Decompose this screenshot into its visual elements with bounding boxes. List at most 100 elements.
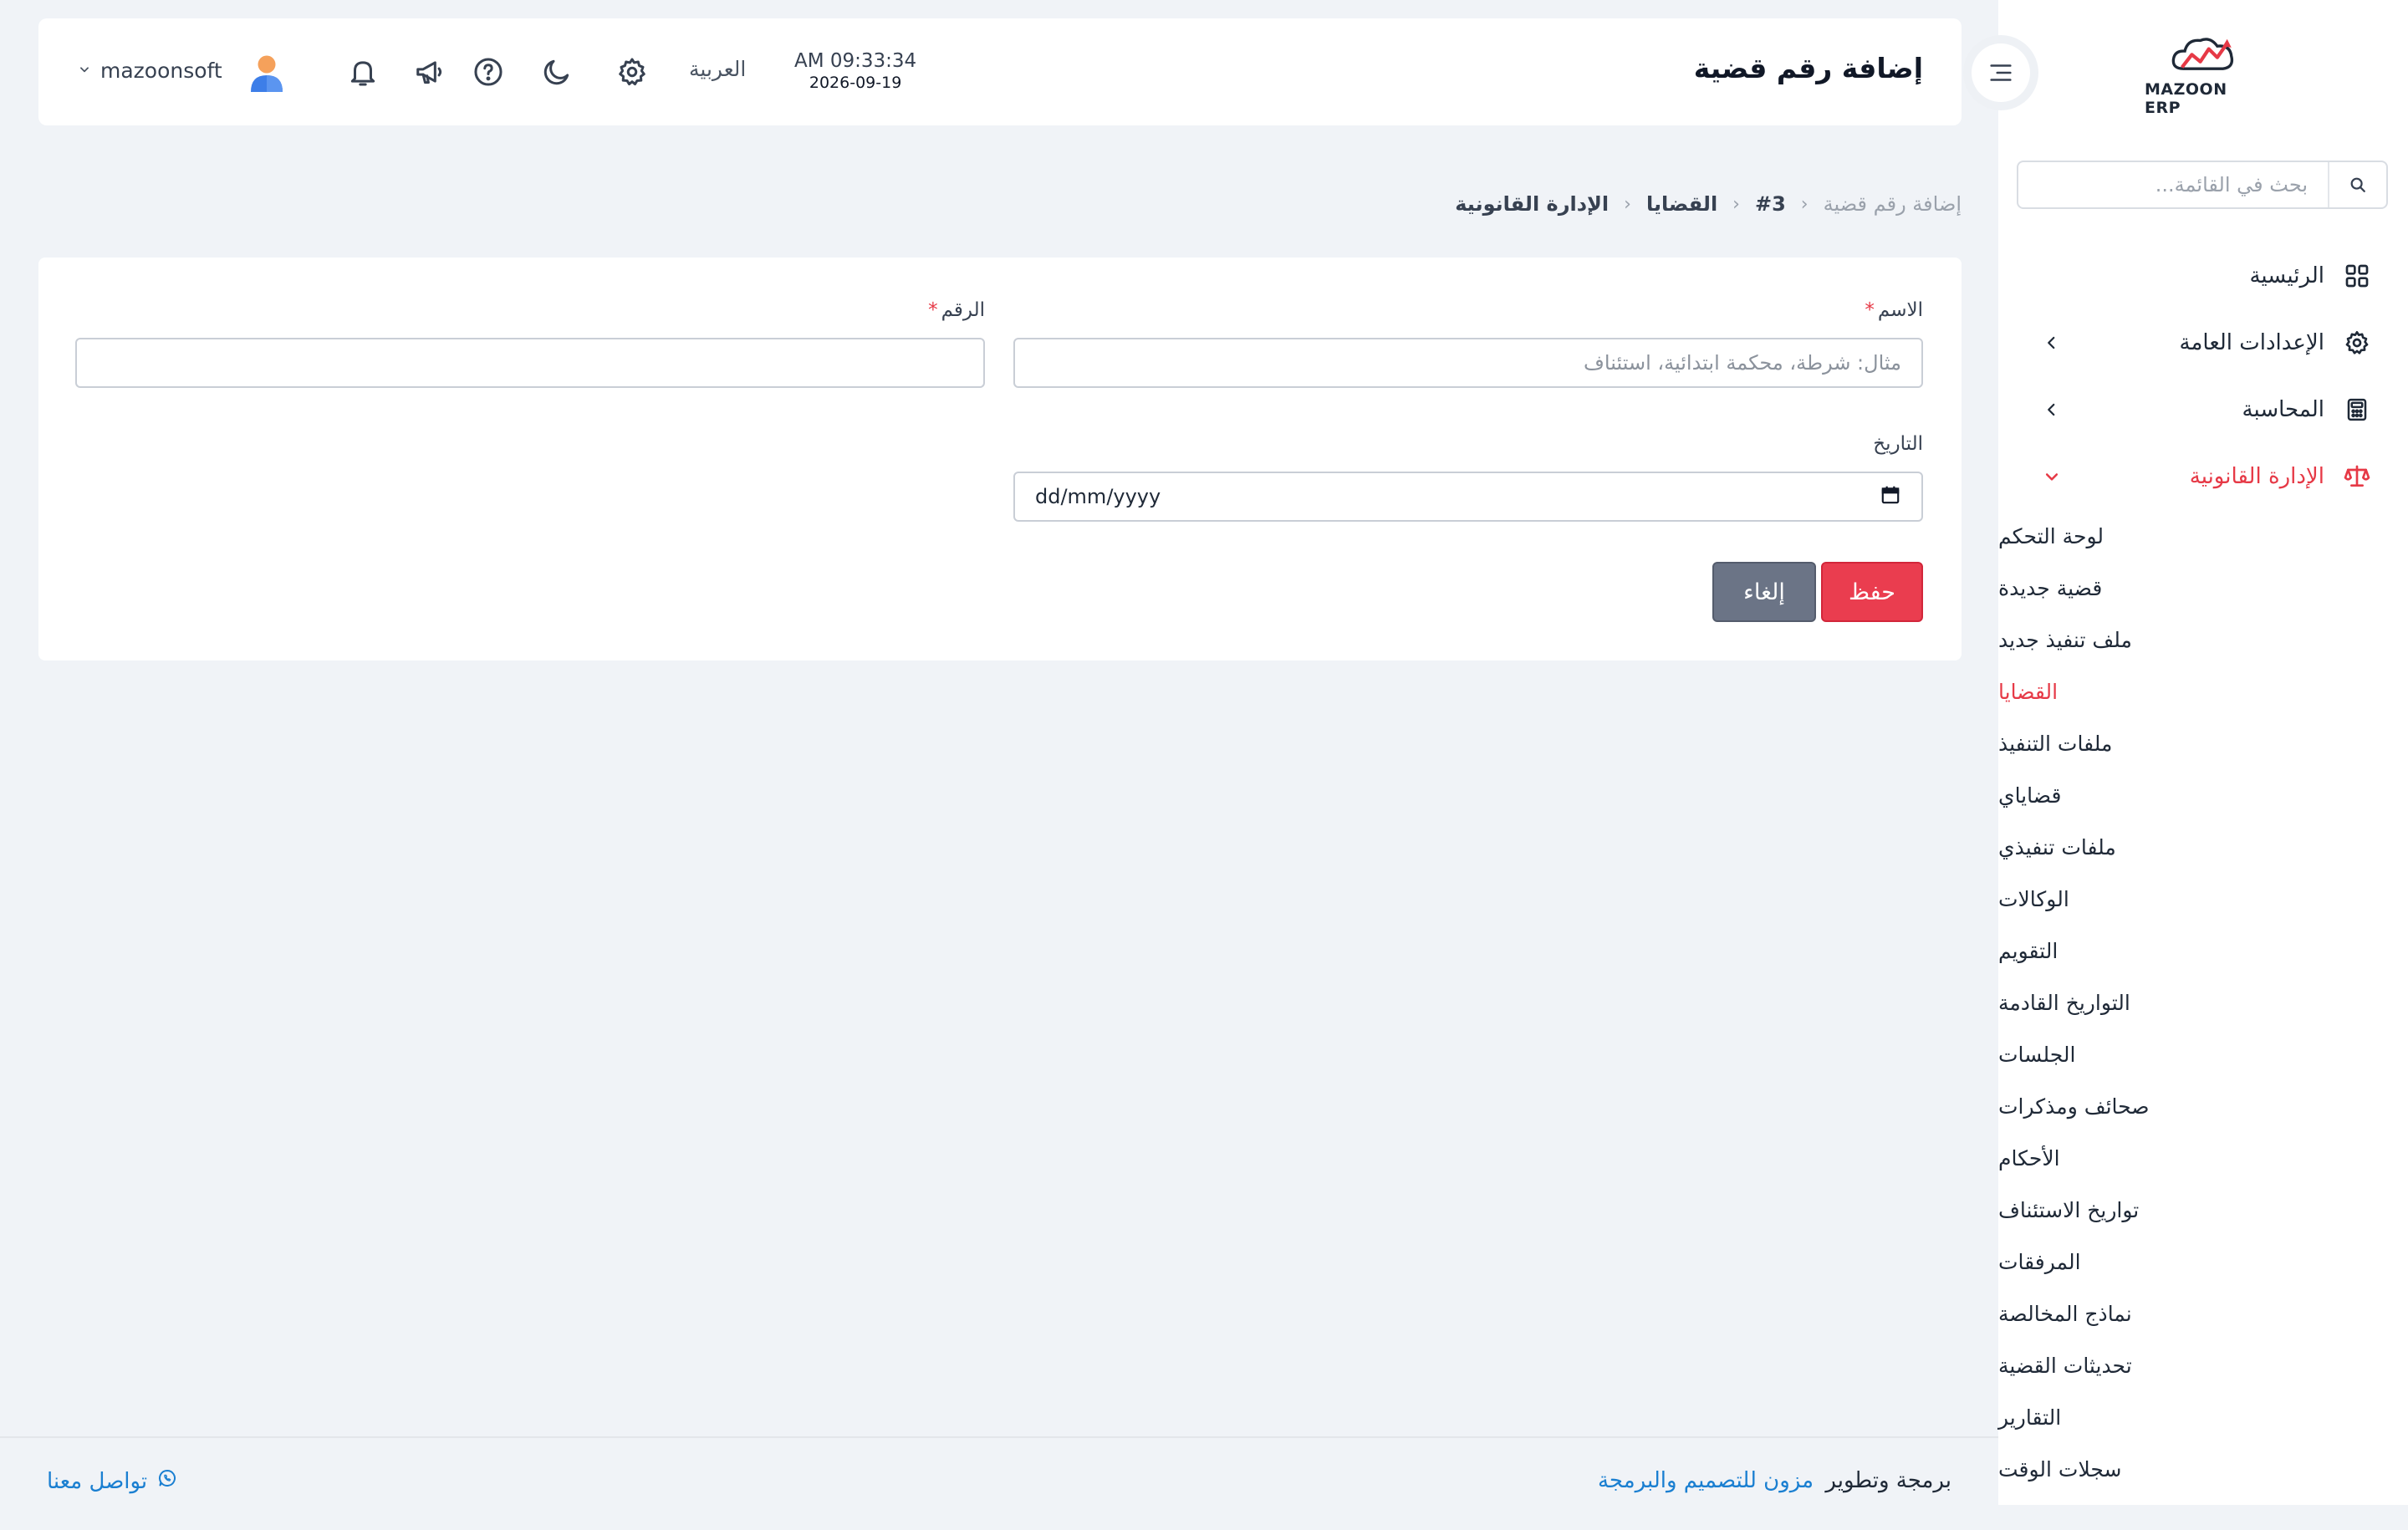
avatar[interactable] xyxy=(246,52,288,94)
clock-time: AM 09:33:34 xyxy=(794,50,917,72)
submenu-item-reports[interactable]: التقارير xyxy=(1998,1391,2408,1443)
submenu-item-label: الأحكام xyxy=(1998,1145,2060,1170)
submenu-item-my-cases[interactable]: قضاياي xyxy=(1998,769,2408,821)
date-field: التاريخ dd/mm/yyyy xyxy=(1013,433,1923,522)
submenu-item-case-updates[interactable]: تحديثات القضية xyxy=(1998,1339,2408,1391)
submenu-item-label: نماذج المخالصة xyxy=(1998,1301,2132,1326)
app-logo[interactable]: MAZOON ERP xyxy=(2145,33,2262,117)
language-switcher[interactable]: العربية xyxy=(689,57,746,81)
chevron-down-icon xyxy=(79,63,90,79)
name-field: الاسم* xyxy=(1013,299,1923,388)
footer: برمجة وتطوير مزون للتصميم والبرمجة تواصل… xyxy=(0,1436,1998,1530)
case-number-form: الاسم* الرقم* التاريخ dd/mm/yyyy حفظ إلغ… xyxy=(38,258,1962,660)
sidebar-item-home[interactable]: الرئيسية xyxy=(1998,242,2408,309)
submenu-item-label: سجلات الوقت xyxy=(1998,1456,2122,1482)
contact-link[interactable]: تواصل معنا xyxy=(47,1468,177,1494)
submenu-item-my-execution-files[interactable]: ملفات تنفيذي xyxy=(1998,821,2408,873)
breadcrumb-separator-icon: ‹ xyxy=(1624,193,1631,215)
submenu-item-new-execution-file[interactable]: ملف تنفيذ جديد xyxy=(1998,614,2408,666)
submenu-item-clearance-forms[interactable]: نماذج المخالصة xyxy=(1998,1288,2408,1339)
required-marker: * xyxy=(928,299,938,321)
submenu-item-appeal-dates[interactable]: تواريخ الاستئناف xyxy=(1998,1184,2408,1236)
submenu-item-cases[interactable]: القضايا xyxy=(1998,666,2408,717)
submenu-item-sessions[interactable]: الجلسات xyxy=(1998,1028,2408,1080)
breadcrumb-separator-icon: ‹ xyxy=(1732,193,1740,215)
chevron-left-icon xyxy=(2042,333,2062,353)
submenu-item-powers-of-attorney[interactable]: الوكالات xyxy=(1998,873,2408,925)
moon-icon[interactable] xyxy=(538,54,575,90)
user-menu[interactable]: mazoonsoft xyxy=(79,59,222,83)
gear-icon[interactable] xyxy=(614,54,650,90)
sidebar-item-accounting[interactable]: المحاسبة xyxy=(1998,376,2408,443)
date-placeholder: dd/mm/yyyy xyxy=(1035,485,1161,508)
username: mazoonsoft xyxy=(100,59,222,83)
bell-icon[interactable] xyxy=(344,54,381,90)
menu-icon xyxy=(1990,64,2012,81)
number-input[interactable] xyxy=(75,338,985,388)
sidebar-item-label: المحاسبة xyxy=(2242,397,2324,422)
breadcrumb-case-number[interactable]: #3 xyxy=(1755,192,1786,216)
cancel-button[interactable]: إلغاء xyxy=(1712,562,1816,622)
submenu-item-calendar[interactable]: التقويم xyxy=(1998,925,2408,977)
footer-credit: برمجة وتطوير مزون للتصميم والبرمجة xyxy=(1598,1468,1951,1493)
breadcrumb-legal-management[interactable]: الإدارة القانونية xyxy=(1455,192,1609,216)
submenu-item-label: الوكالات xyxy=(1998,886,2069,911)
megaphone-icon[interactable] xyxy=(411,54,448,90)
submenu-item-execution-files[interactable]: ملفات التنفيذ xyxy=(1998,717,2408,769)
submenu-item-label: التواريخ القادمة xyxy=(1998,990,2130,1015)
breadcrumb-current: إضافة رقم قضية xyxy=(1823,192,1962,216)
calculator-icon xyxy=(2343,395,2371,424)
submenu-item-new-case[interactable]: قضية جديدة xyxy=(1998,562,2408,614)
submenu-item-pleadings[interactable]: صحائف ومذكرات xyxy=(1998,1080,2408,1132)
breadcrumb-separator-icon: ‹ xyxy=(1800,193,1809,215)
submenu-item-label: ملف تنفيذ جديد xyxy=(1998,627,2132,652)
submenu-item-upcoming-dates[interactable]: التواريخ القادمة xyxy=(1998,977,2408,1028)
date-label: التاريخ xyxy=(1873,433,1923,455)
submenu-item-time-logs[interactable]: سجلات الوقت xyxy=(1998,1443,2408,1495)
sidebar-item-label: الإدارة القانونية xyxy=(2189,464,2324,489)
submenu-item-label: صحائف ومذكرات xyxy=(1998,1094,2150,1119)
submenu-item-attachments[interactable]: المرفقات xyxy=(1998,1236,2408,1288)
number-label: الرقم* xyxy=(75,299,985,321)
submenu-item-label: التقارير xyxy=(1998,1405,2062,1430)
grid-icon xyxy=(2343,262,2371,290)
help-icon[interactable] xyxy=(470,54,507,90)
save-button[interactable]: حفظ xyxy=(1821,562,1923,622)
credit-brand-link[interactable]: مزون للتصميم والبرمجة xyxy=(1598,1468,1814,1493)
sidebar-item-general-settings[interactable]: الإعدادات العامة xyxy=(1998,309,2408,376)
number-label-text: الرقم xyxy=(941,299,985,321)
whatsapp-icon xyxy=(157,1468,177,1494)
menu-search-input[interactable] xyxy=(2018,162,2328,207)
sidebar-item-legal-management[interactable]: الإدارة القانونية xyxy=(1998,443,2408,510)
menu-search-button[interactable] xyxy=(2328,162,2386,207)
submenu-item-label: تواريخ الاستئناف xyxy=(1998,1197,2140,1222)
submenu-item-label: ملفات التنفيذ xyxy=(1998,731,2113,756)
legal-submenu: لوحة التحكم قضية جديدة ملف تنفيذ جديد ال… xyxy=(1998,510,2408,1495)
logo-cloud-icon xyxy=(2171,38,2234,70)
sidebar-item-label: الرئيسية xyxy=(2249,263,2324,288)
submenu-item-label: تحديثات القضية xyxy=(1998,1353,2132,1378)
breadcrumb-cases[interactable]: القضايا xyxy=(1646,192,1717,216)
sidebar-toggle-button[interactable] xyxy=(1963,35,2038,110)
submenu-item-label: لوحة التحكم xyxy=(1998,523,2104,548)
submenu-item-dashboard[interactable]: لوحة التحكم xyxy=(1998,510,2408,562)
clock: AM 09:33:34 2026-09-19 xyxy=(794,50,916,92)
date-input[interactable]: dd/mm/yyyy xyxy=(1013,472,1923,522)
calendar-icon[interactable] xyxy=(1880,484,1901,509)
contact-label: تواصل معنا xyxy=(47,1468,148,1494)
submenu-item-label: التقويم xyxy=(1998,938,2059,963)
submenu-item-judgments[interactable]: الأحكام xyxy=(1998,1132,2408,1184)
sidebar-nav: الرئيسية الإعدادات العامة المحاسبة الإدا… xyxy=(1998,242,2408,1495)
submenu-item-label: قضية جديدة xyxy=(1998,575,2103,600)
chevron-down-icon xyxy=(2042,467,2062,487)
sidebar: MAZOON ERP الرئيسية xyxy=(1998,0,2408,1505)
page-title: إضافة رقم قضية xyxy=(1693,52,1923,84)
topbar: إضافة رقم قضية AM 09:33:34 2026-09-19 ال… xyxy=(38,18,1962,125)
clock-date: 2026-09-19 xyxy=(809,74,902,92)
name-input[interactable] xyxy=(1013,338,1923,388)
number-field: الرقم* xyxy=(75,299,985,388)
chevron-left-icon xyxy=(2042,400,2062,420)
menu-search xyxy=(2017,161,2388,209)
search-icon xyxy=(2350,177,2365,192)
scales-icon xyxy=(2343,462,2371,491)
